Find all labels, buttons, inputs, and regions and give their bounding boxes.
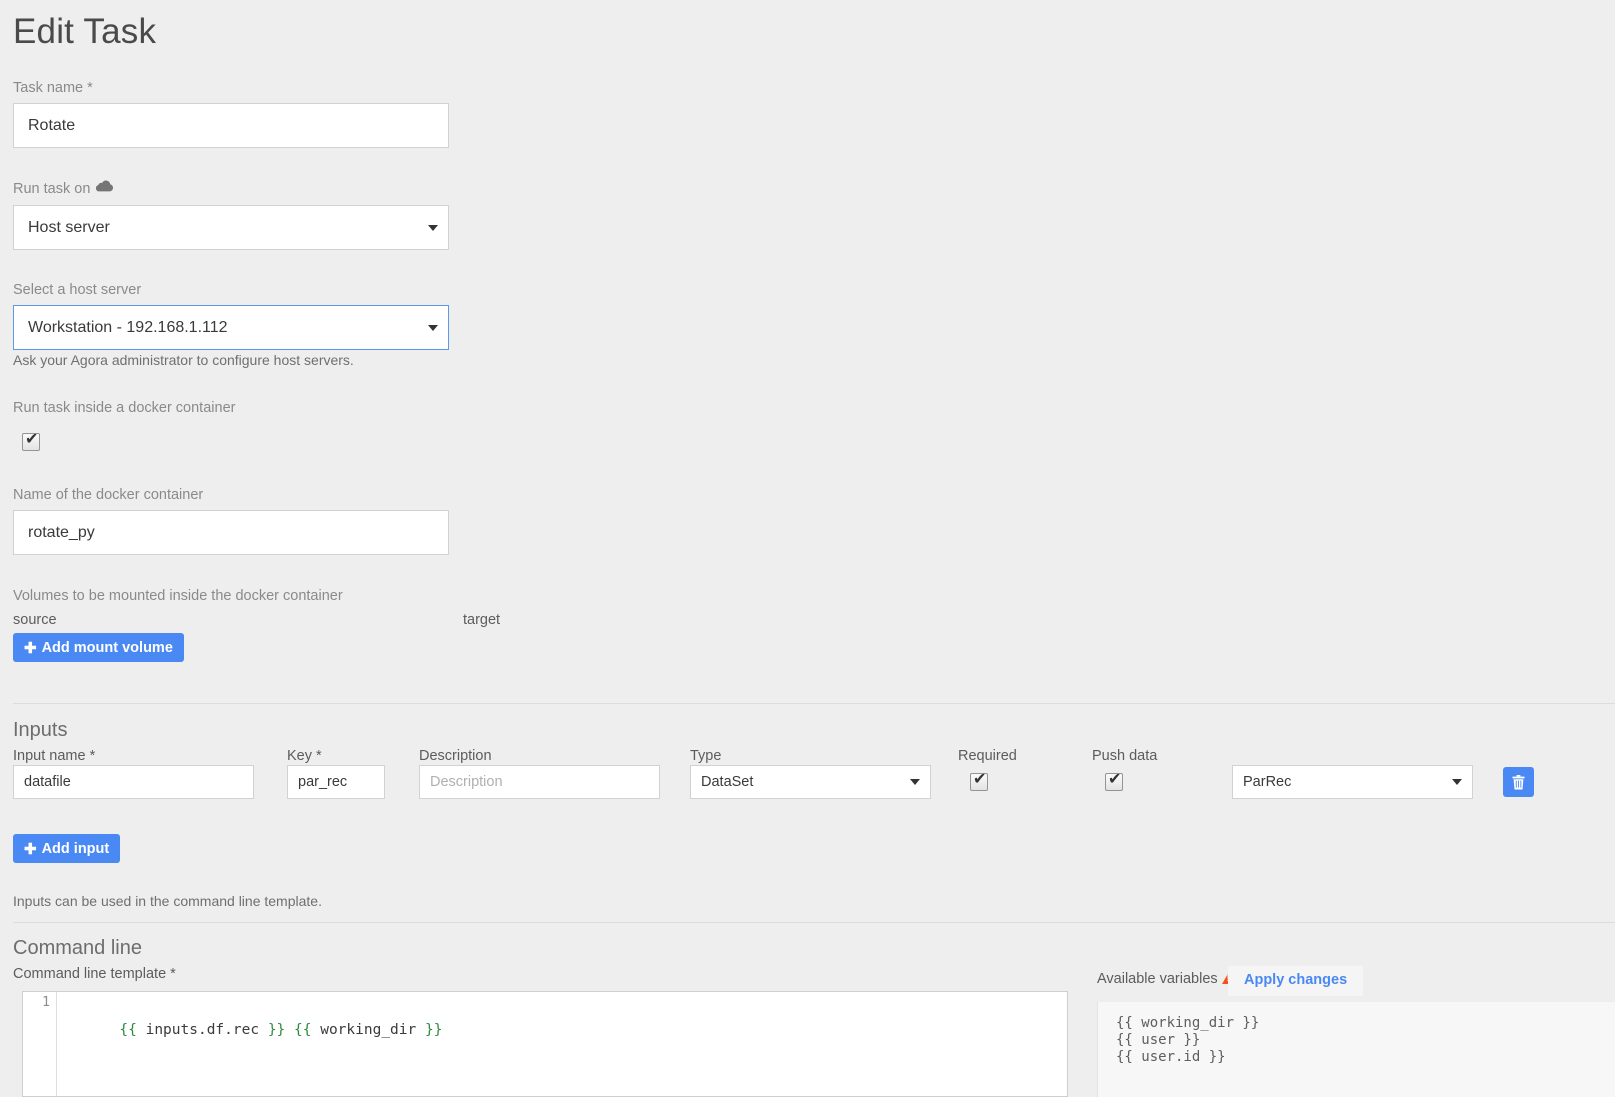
inputs-section-title: Inputs xyxy=(13,719,68,741)
code-token-brace-close: }} xyxy=(267,1022,286,1038)
code-token-brace-open-2: {{ xyxy=(294,1022,312,1038)
plus-icon: ✚ xyxy=(24,840,37,858)
code-token-text-1: inputs.df.rec xyxy=(136,1022,268,1038)
command-line-section-title: Command line xyxy=(13,937,142,959)
run-task-on-label-text: Run task on xyxy=(13,181,91,197)
variable-item: {{ working_dir }} xyxy=(1116,1015,1260,1031)
col-header-type: Type xyxy=(690,748,722,764)
add-mount-volume-label: Add mount volume xyxy=(41,639,173,656)
editor-line-number: 1 xyxy=(42,995,50,1010)
plus-icon: ✚ xyxy=(24,639,37,657)
code-token-brace-open: {{ xyxy=(119,1022,137,1038)
editor-gutter: 1 xyxy=(23,992,57,1096)
check-icon: ✔ xyxy=(1108,771,1122,788)
divider-inputs xyxy=(13,703,1615,704)
chevron-down-icon xyxy=(428,224,438,231)
input-required-checkbox[interactable]: ✔ xyxy=(970,771,988,791)
docker-enabled-checkbox[interactable]: ✔ xyxy=(22,431,40,451)
apply-changes-button[interactable]: Apply changes xyxy=(1228,966,1364,996)
code-token-text-2: working_dir xyxy=(311,1022,425,1038)
command-line-editor[interactable]: 1 {{ inputs.df.rec }} {{ working_dir }} xyxy=(22,991,1068,1097)
command-line-template-label: Command line template * xyxy=(13,966,176,982)
page-title: Edit Task xyxy=(13,12,157,51)
variable-item: {{ user }} xyxy=(1116,1032,1201,1048)
inputs-hint: Inputs can be used in the command line t… xyxy=(13,893,322,909)
col-header-push-data: Push data xyxy=(1092,748,1158,764)
col-header-required: Required xyxy=(958,748,1017,764)
cloud-icon xyxy=(95,179,114,197)
task-name-input[interactable]: Rotate xyxy=(13,103,449,148)
editor-code-line: {{ inputs.df.rec }} {{ working_dir }} xyxy=(67,997,442,1063)
run-task-on-value: Host server xyxy=(28,219,110,236)
host-server-value: Workstation - 192.168.1.112 xyxy=(28,319,228,336)
input-type-select[interactable]: DataSet xyxy=(690,765,931,799)
run-task-on-select[interactable]: Host server xyxy=(13,205,449,250)
check-icon: ✔ xyxy=(973,771,987,788)
available-variables-title: Available variables xyxy=(1097,970,1236,988)
col-header-key: Key * xyxy=(287,748,322,764)
add-mount-volume-button[interactable]: ✚ Add mount volume xyxy=(13,633,184,662)
host-server-label: Select a host server xyxy=(13,282,142,298)
docker-toggle-label: Run task inside a docker container xyxy=(13,400,236,416)
docker-name-label: Name of the docker container xyxy=(13,487,204,503)
check-icon: ✔ xyxy=(25,431,39,448)
col-header-description: Description xyxy=(419,748,492,764)
volumes-target-column-header: target xyxy=(463,612,501,628)
input-type-value: DataSet xyxy=(701,774,754,790)
code-token-brace-close-2: }} xyxy=(424,1022,443,1038)
input-format-select[interactable]: ParRec xyxy=(1232,765,1473,799)
col-header-input-name: Input name * xyxy=(13,748,96,764)
trash-icon xyxy=(1512,774,1525,789)
add-input-button[interactable]: ✚ Add input xyxy=(13,834,121,863)
volumes-source-column-header: source xyxy=(13,612,57,628)
chevron-down-icon xyxy=(1452,779,1462,785)
delete-input-button[interactable] xyxy=(1503,767,1534,797)
run-task-on-label: Run task on xyxy=(13,180,114,198)
add-input-label: Add input xyxy=(41,840,110,857)
task-name-label: Task name * xyxy=(13,80,93,96)
variable-item: {{ user.id }} xyxy=(1116,1049,1226,1065)
host-server-helper-text: Ask your Agora administrator to configur… xyxy=(13,352,354,368)
divider-command-line xyxy=(13,922,1615,923)
docker-name-input[interactable]: rotate_py xyxy=(13,510,449,555)
host-server-select[interactable]: Workstation - 192.168.1.112 xyxy=(13,305,449,350)
input-format-value: ParRec xyxy=(1243,774,1292,790)
input-push-data-checkbox[interactable]: ✔ xyxy=(1105,771,1123,791)
available-variables-list: {{ working_dir }} {{ user }} {{ user.id … xyxy=(1097,1002,1615,1097)
edit-task-page: Edit Task Task name * Rotate Run task on… xyxy=(0,0,1615,1097)
chevron-down-icon xyxy=(428,324,438,331)
input-name-field[interactable]: datafile xyxy=(13,765,254,799)
available-variables-label: Available variables xyxy=(1097,971,1218,987)
volumes-label: Volumes to be mounted inside the docker … xyxy=(13,588,343,604)
input-key-field[interactable]: par_rec xyxy=(287,765,385,799)
input-description-field[interactable]: Description xyxy=(419,765,660,799)
chevron-down-icon xyxy=(910,779,920,785)
